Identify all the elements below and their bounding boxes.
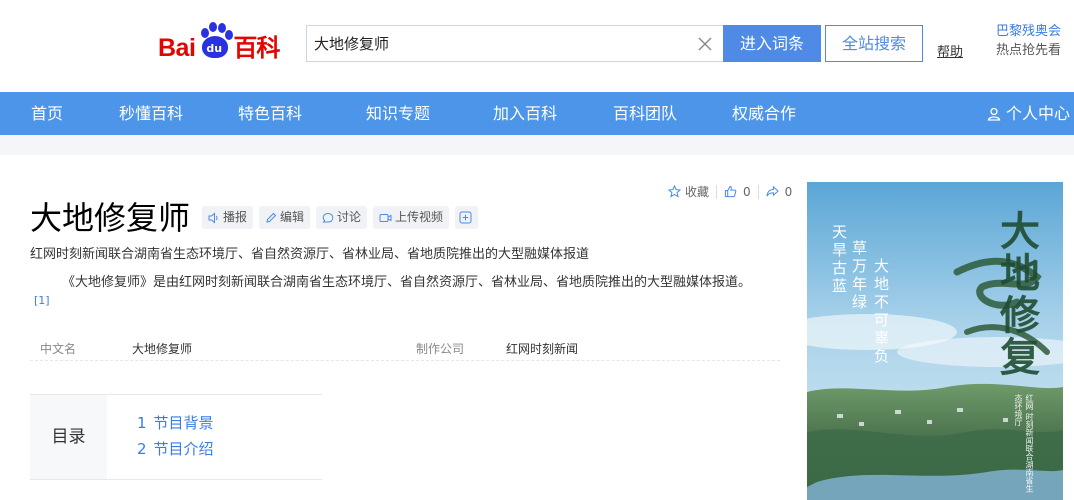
help-link[interactable]: 帮助 xyxy=(937,41,963,60)
thumbs-up-icon[interactable] xyxy=(724,185,737,198)
star-icon[interactable] xyxy=(668,185,681,198)
divider xyxy=(716,184,718,199)
info-key-producer: 制作公司 xyxy=(416,342,465,356)
user-icon xyxy=(987,107,1001,121)
nav-item-authority[interactable]: 权威合作 xyxy=(732,92,796,135)
citation-link[interactable]: [1] xyxy=(34,294,50,307)
info-key-chinese-name: 中文名 xyxy=(40,342,77,356)
logo-text-bai: Bai xyxy=(158,34,196,62)
poster-line-2: 草万年绿 xyxy=(850,240,868,312)
nav-item-team[interactable]: 百科团队 xyxy=(613,92,677,135)
discuss-label: 讨论 xyxy=(337,210,362,224)
table-of-contents: 目录 1 节目背景 2 节目介绍 xyxy=(30,394,322,480)
chat-bubble-icon xyxy=(322,212,334,222)
toc-item-label: 节目背景 xyxy=(153,414,214,432)
info-value-producer: 红网时刻新闻 xyxy=(506,342,579,356)
hot-topic-subtitle: 热点抢先看 xyxy=(996,43,1062,58)
entry-actions: 收藏 0 0 xyxy=(668,183,792,200)
share-icon[interactable] xyxy=(766,185,779,198)
poster-line-3: 大地不可辜负 xyxy=(872,258,890,366)
video-icon xyxy=(379,213,392,222)
search-box xyxy=(306,25,724,62)
section-divider xyxy=(0,135,1074,155)
divider xyxy=(757,184,759,199)
add-button[interactable] xyxy=(455,206,479,229)
poster-brush-title: 大地修复 xyxy=(993,210,1040,378)
edit-label: 编辑 xyxy=(280,210,305,224)
entry-poster-image[interactable]: 大地修复 天旱古蓝 草万年绿 大地不可辜负 红网 时刻新闻联合湖南省生态环境厅 xyxy=(807,182,1063,500)
discuss-button[interactable]: 讨论 xyxy=(316,206,368,229)
upload-video-label: 上传视频 xyxy=(395,210,444,224)
info-value-chinese-name: 大地修复师 xyxy=(132,342,193,356)
site-search-button[interactable]: 全站搜索 xyxy=(825,25,923,62)
toc-item-label: 节目介绍 xyxy=(153,440,214,458)
broadcast-label: 播报 xyxy=(223,210,248,224)
logo-text-du: du xyxy=(206,42,223,55)
entry-subtitle: 红网时刻新闻联合湖南省生态环境厅、省自然资源厅、省林业局、省地质院推出的大型融媒… xyxy=(30,247,590,262)
paw-icon: du xyxy=(197,22,234,62)
broadcast-button[interactable]: 播报 xyxy=(202,206,254,229)
plus-icon xyxy=(459,211,472,224)
toc-item-number: 2 xyxy=(137,440,147,458)
nav-item-miaodong[interactable]: 秒懂百科 xyxy=(119,92,183,135)
pencil-icon xyxy=(266,212,277,223)
search-input[interactable] xyxy=(307,26,687,61)
entry-summary: 《大地修复师》是由红网时刻新闻联合湖南省生态环境厅、省自然资源厅、省林业局、省地… xyxy=(62,275,752,290)
main-nav: 首页 秒懂百科 特色百科 知识专题 加入百科 百科团队 权威合作 个人中心 xyxy=(0,92,1074,135)
poster-line-1: 天旱古蓝 xyxy=(830,224,848,296)
entry-tools: 播报 编辑 讨论 上传视频 xyxy=(202,206,479,229)
logo-text-baike: 百科 xyxy=(233,34,280,62)
basic-info: 中文名 大地修复师 制作公司 红网时刻新闻 xyxy=(30,333,780,361)
baidu-baike-logo[interactable]: Bai du 百科 xyxy=(158,18,280,62)
hot-topic-title[interactable]: 巴黎残奥会 xyxy=(996,22,1074,41)
nav-item-home[interactable]: 首页 xyxy=(31,92,63,135)
like-count: 0 xyxy=(743,184,751,199)
share-count: 0 xyxy=(784,184,793,199)
edit-button[interactable]: 编辑 xyxy=(259,206,311,229)
nav-item-join[interactable]: 加入百科 xyxy=(493,92,557,135)
enter-entry-button[interactable]: 进入词条 xyxy=(723,25,821,62)
hot-topic[interactable]: 巴黎残奥会 热点抢先看 xyxy=(996,22,1074,60)
upload-video-button[interactable]: 上传视频 xyxy=(373,206,450,229)
user-center-label: 个人中心 xyxy=(1005,104,1070,123)
nav-item-featured[interactable]: 特色百科 xyxy=(238,92,302,135)
collect-label[interactable]: 收藏 xyxy=(685,183,709,200)
entry-title: 大地修复师 xyxy=(30,199,191,237)
toc-item-intro[interactable]: 2 节目介绍 xyxy=(137,438,214,459)
toc-item-number: 1 xyxy=(137,414,147,432)
clear-icon[interactable] xyxy=(695,34,715,54)
user-center-link[interactable]: 个人中心 xyxy=(987,92,1070,135)
speaker-icon xyxy=(208,211,218,224)
toc-item-background[interactable]: 1 节目背景 xyxy=(137,412,214,433)
nav-item-topics[interactable]: 知识专题 xyxy=(366,92,430,135)
toc-heading: 目录 xyxy=(30,395,107,479)
site-header: Bai du 百科 进入词条 全站搜索 帮助 巴黎残奥会 热点抢先看 xyxy=(0,0,1074,92)
poster-footer: 红网 时刻新闻联合湖南省生态环境厅 xyxy=(1014,394,1034,493)
